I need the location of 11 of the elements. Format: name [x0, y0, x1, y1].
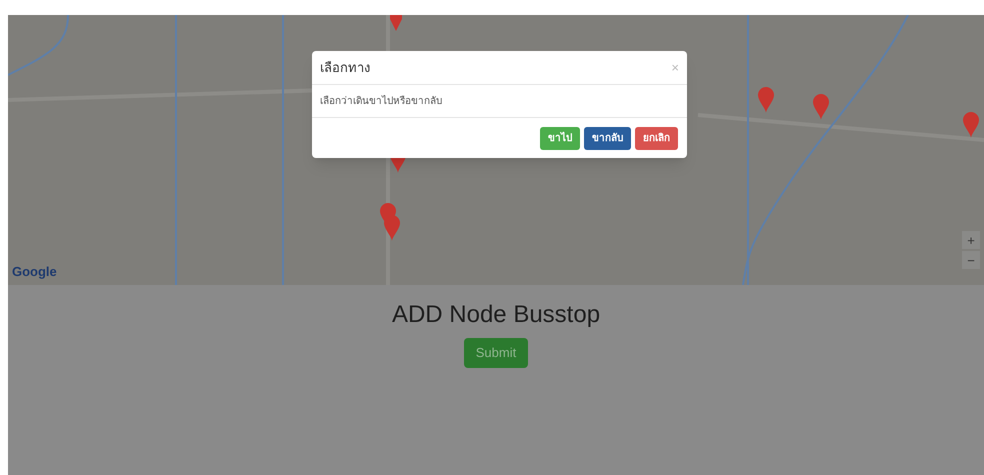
close-button[interactable]: ×	[671, 61, 679, 74]
map-logo: Google	[12, 262, 57, 281]
return-button[interactable]: ขากลับ	[584, 126, 631, 150]
submit-button[interactable]: Submit	[464, 338, 528, 368]
zoom-in-button[interactable]: +	[962, 231, 980, 249]
dialog-message: เลือกว่าเดินขาไปหรือขากลับ	[320, 94, 442, 108]
dialog-title: เลือกทาง	[320, 58, 370, 77]
cancel-button[interactable]: ยกเลิก	[635, 126, 678, 150]
go-button[interactable]: ขาไป	[540, 126, 580, 150]
zoom-out-button[interactable]: −	[962, 251, 980, 269]
page-heading: ADD Node Busstop	[392, 300, 600, 330]
